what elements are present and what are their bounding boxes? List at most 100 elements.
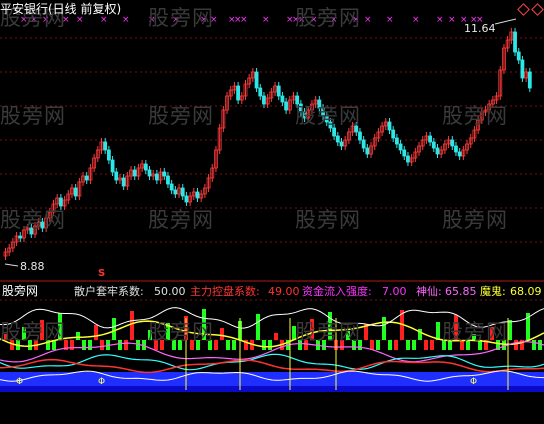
indicator-value-mogui: 68.09 [510,285,542,298]
watermark: 股旁网 [0,320,66,344]
indicator-bar [274,333,278,340]
indicator-label-retail: 散户套牢系数: [74,285,144,298]
indicator-bar [130,311,134,340]
candlestick-body [110,159,115,173]
indicator-bar [220,328,224,340]
watermark: 股旁网 [148,104,214,128]
candlestick-body [358,131,362,141]
buy-signal-marker: S [98,268,106,279]
indicator-bar [262,340,266,350]
watermark: 股旁网 [148,320,214,344]
candlestick-body [276,85,281,97]
candlestick-body [398,143,403,151]
candlestick-body [180,187,185,197]
indicator-bar [424,340,428,350]
indicator-bar [232,340,236,350]
indicator-bar [382,317,386,340]
high-pointer-line [494,18,517,25]
signal-marker: Φ [470,377,477,387]
candlestick-body [143,163,148,171]
watermark: 股旁网 [0,104,66,128]
candlestick-body [169,183,174,191]
indicator-bar [118,340,122,350]
indicator-bar [100,340,104,350]
candlestick-body [527,71,532,89]
candlestick-body [162,171,167,177]
indicator-label-shenxian: 神仙: [416,285,442,298]
indicator-bar [532,340,536,350]
signal-marker: Φ [16,377,23,387]
candlestick-body [154,173,159,181]
candlestick-body [406,155,410,163]
signal-x-mark: × [100,15,108,25]
candlestick-body [184,195,189,203]
watermark: 股旁网 [442,208,508,232]
signal-x-mark: × [364,15,372,25]
signal-x-mark: × [448,15,456,25]
candlestick-body [18,235,23,239]
watermark: 股旁网 [295,208,361,232]
watermark: 股旁网 [295,104,361,128]
indicator-line [0,353,544,371]
signal-x-mark: × [240,15,248,25]
candlestick-body [339,141,344,147]
indicator-bar [226,340,230,350]
candlestick-body [147,169,152,177]
high-price-label: 11.64 [464,22,496,35]
indicator-label-inflow: 资金流入强度: [302,285,372,298]
indicator-bar [430,340,434,350]
indicator-bar [70,340,74,350]
candlestick-body [516,51,521,61]
watermark: 股旁网 [295,6,361,30]
signal-marker: Φ [98,377,105,387]
candlestick-body [394,137,399,145]
indicator-blue-band [0,372,544,386]
indicator-value-inflow: 7.00 [382,285,407,298]
candlestick-body [280,95,285,103]
indicator-bar [256,314,260,340]
indicator-label-main-force: 主力控盘系数: [190,285,260,298]
watermark: 股旁网 [148,208,214,232]
indicator-bar [124,340,128,350]
indicator-bar [88,340,92,350]
indicator-bar [508,320,512,340]
watermark: 股旁网 [295,320,361,344]
candlestick-body [236,85,241,101]
indicator-blue-band [0,386,544,392]
candlestick-body [428,135,433,143]
indicator-value-main-force: 49.00 [268,285,300,298]
candlestick-body [361,139,366,149]
candlestick-body [114,171,119,181]
candlestick-body [457,151,462,157]
signal-x-mark: × [436,15,444,25]
candlestick-body [284,101,289,111]
candlestick-body [402,149,407,157]
candlestick-body [258,87,263,97]
indicator-bar [82,340,86,350]
candlestick-body [387,121,392,131]
indicator-bar [370,340,374,350]
signal-x-mark: × [412,15,420,25]
indicator-bar [436,322,440,340]
watermark: 股旁网 [0,208,66,232]
signal-x-mark: × [122,15,130,25]
signal-x-mark: × [76,15,84,25]
indicator-value-retail: 50.00 [154,285,186,298]
indicator-bar [268,340,272,350]
candlestick-body [365,147,370,155]
indicator-bar [376,340,380,350]
indicator-bar [514,340,518,350]
watermark: 股旁网 [148,6,214,30]
indicator-bar [412,340,416,350]
candlestick-body [513,31,517,53]
candlestick-body [335,135,340,143]
indicator-bar [112,318,116,340]
indicator-bar [388,340,392,350]
low-price-label: 8.88 [20,260,45,273]
candlestick-body [84,175,89,181]
indicator-value-shenxian: 65.85 [445,285,477,298]
candlestick-body [254,71,259,89]
indicator-bar [214,340,218,350]
candlestick-body [195,191,200,199]
indicator-bar [394,340,398,350]
